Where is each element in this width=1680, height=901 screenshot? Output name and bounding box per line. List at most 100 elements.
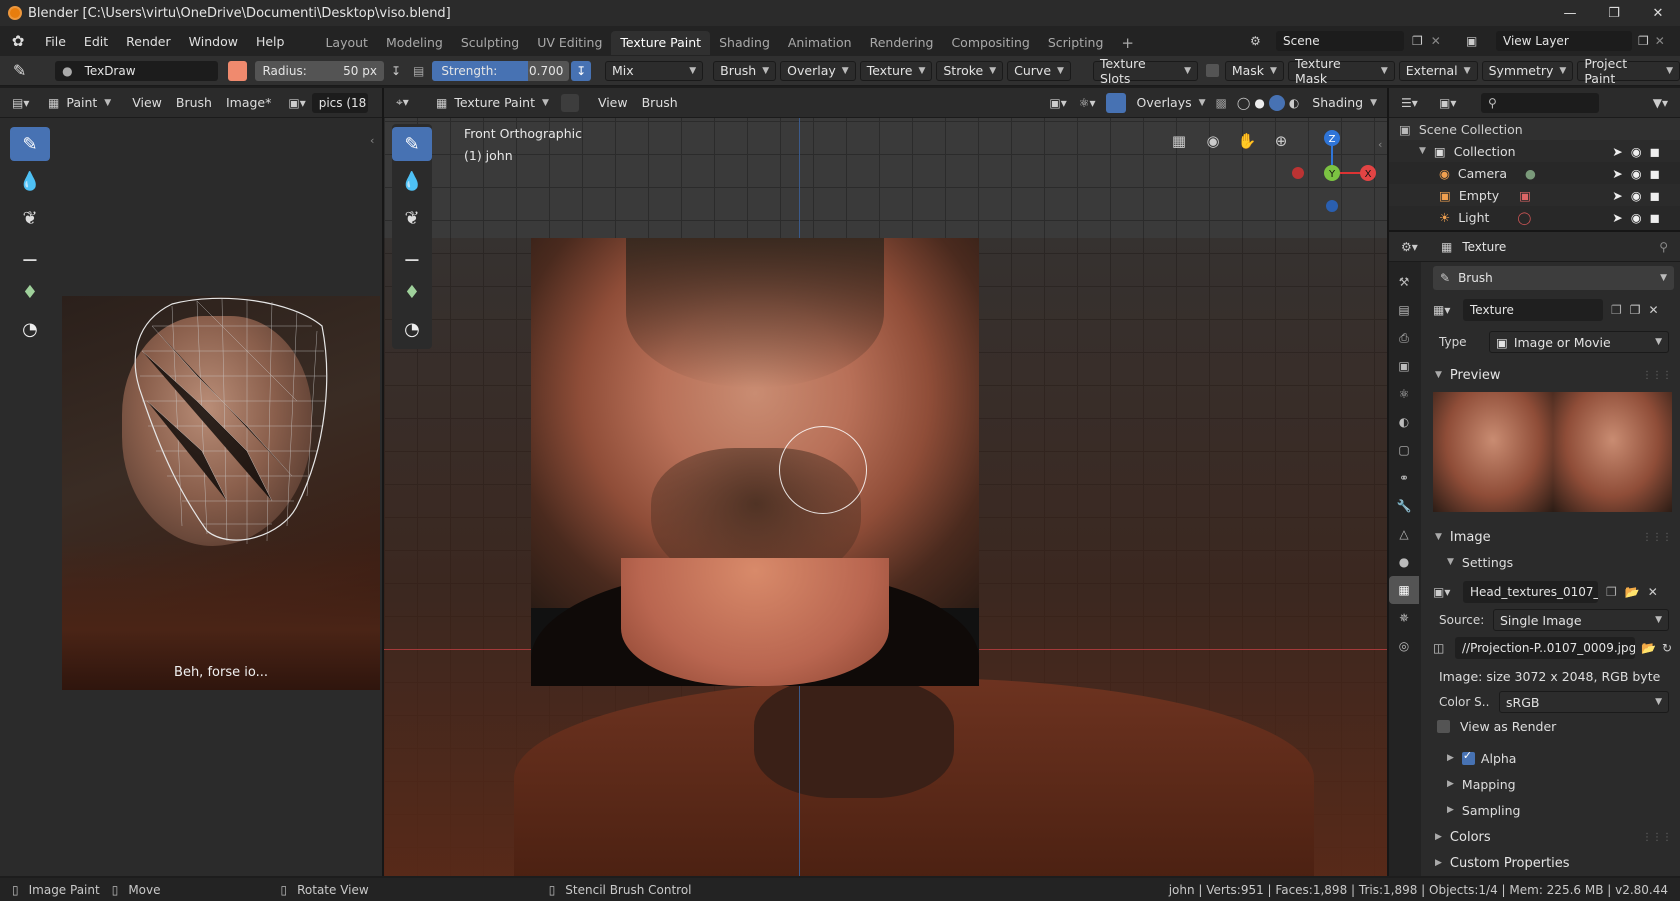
tab-render[interactable]: ▤: [1389, 296, 1419, 324]
vp-draw-tool-button[interactable]: ✎: [392, 127, 432, 161]
rendered-shading-icon[interactable]: ◐: [1289, 96, 1299, 110]
mask-tool-button[interactable]: ◔: [10, 312, 50, 346]
open-image-icon[interactable]: 📂: [1625, 585, 1640, 599]
pack-image-icon[interactable]: ◫: [1433, 641, 1455, 655]
image-browse-icon[interactable]: ▣▾: [288, 96, 305, 110]
radius-unit-icon[interactable]: ▤: [413, 64, 424, 78]
textured-head-mesh[interactable]: [531, 238, 979, 686]
preview-panel-header[interactable]: ▼ Preview ⋮⋮⋮: [1425, 362, 1680, 388]
overlays-dropdown[interactable]: Overlays: [1130, 95, 1199, 110]
properties-editor-type-icon[interactable]: ⚙▾: [1401, 240, 1431, 254]
fake-user-icon[interactable]: ❐: [1611, 303, 1622, 317]
image-browse-icon[interactable]: ▣▾: [1433, 585, 1463, 599]
view-layer-field[interactable]: View Layer: [1496, 31, 1632, 51]
tab-texture-paint[interactable]: Texture Paint: [611, 30, 711, 55]
tab-modeling[interactable]: Modeling: [377, 31, 452, 55]
menu-window[interactable]: Window: [180, 26, 247, 56]
tab-material[interactable]: ●: [1389, 548, 1419, 576]
minimize-button[interactable]: —: [1548, 0, 1592, 26]
settings-subpanel-header[interactable]: ▼ Settings: [1425, 550, 1680, 574]
brush-tool-icon[interactable]: ✎: [0, 61, 39, 80]
drag-handle-icon[interactable]: ⋮⋮⋮: [1642, 832, 1672, 843]
colors-panel-header[interactable]: ▶ Colors ⋮⋮⋮: [1425, 824, 1680, 850]
color-space-dropdown[interactable]: sRGB ▼: [1499, 691, 1669, 713]
viewport-menu-view[interactable]: View: [591, 95, 635, 110]
view-layer-icon[interactable]: ▣: [1466, 34, 1496, 48]
blender-menu-icon[interactable]: ✿: [0, 32, 36, 50]
menu-view[interactable]: View: [125, 95, 169, 110]
alpha-checkbox[interactable]: [1461, 749, 1475, 765]
sampling-subpanel-header[interactable]: ▶ Sampling: [1425, 798, 1680, 822]
reload-image-icon[interactable]: ↻: [1662, 641, 1672, 655]
texture-mask-dropdown[interactable]: Texture Mask ▼: [1287, 56, 1395, 86]
texture-dropdown[interactable]: Texture ▼: [859, 60, 933, 81]
pan-hand-icon[interactable]: ✋: [1234, 132, 1260, 150]
duplicate-texture-icon[interactable]: ❐: [1630, 303, 1641, 317]
viewport-menu-brush[interactable]: Brush: [635, 95, 685, 110]
clone-tool-button[interactable]: ⚊: [10, 238, 50, 272]
mask-dropdown[interactable]: Mask ▼: [1224, 60, 1284, 81]
image-name-field[interactable]: pics (18: [311, 92, 368, 113]
tab-layout[interactable]: Layout: [316, 31, 377, 55]
strength-slider[interactable]: Strength: 0.700: [432, 60, 570, 81]
tab-particles[interactable]: ✵: [1389, 604, 1419, 632]
viewport-mode-dropdown[interactable]: Texture Paint: [447, 95, 542, 110]
drag-handle-icon[interactable]: ⋮⋮⋮: [1642, 370, 1672, 381]
outliner-item-light[interactable]: ☀ Light ◯ ➤◉◼: [1389, 206, 1680, 228]
delete-scene-icon[interactable]: ✕: [1431, 34, 1441, 48]
add-workspace-button[interactable]: +: [1112, 31, 1143, 55]
axis-gizmo[interactable]: Z Y X: [1284, 128, 1380, 224]
outliner-search-input[interactable]: ⚲: [1481, 92, 1599, 113]
tab-uv-editing[interactable]: UV Editing: [528, 31, 611, 55]
shading-dropdown[interactable]: Shading: [1305, 95, 1370, 110]
new-view-layer-icon[interactable]: ❐: [1638, 34, 1649, 48]
fake-user-icon[interactable]: ❐: [1606, 585, 1617, 599]
menu-help[interactable]: Help: [247, 26, 294, 56]
image-canvas[interactable]: Beh, forse io...: [62, 296, 380, 690]
draw-tool-button[interactable]: ✎: [10, 127, 50, 161]
radius-pressure-icon[interactable]: ↧: [391, 64, 401, 78]
brush-datablock-field[interactable]: ✎ Brush ▼: [1433, 266, 1674, 290]
empty-visibility-icons[interactable]: ➤◉◼: [1612, 188, 1668, 203]
image-panel-header[interactable]: ▼ Image ⋮⋮⋮: [1425, 524, 1680, 550]
image-datablock-field[interactable]: Head_textures_0107_...: [1463, 581, 1598, 603]
overlays-icon[interactable]: [1105, 92, 1126, 113]
stroke-dropdown[interactable]: Stroke ▼: [936, 60, 1004, 81]
blend-mode-dropdown[interactable]: Mix ▼: [604, 60, 704, 81]
menu-image[interactable]: Image*: [219, 95, 278, 110]
gizmo-toggle-icon[interactable]: ⚛▾: [1079, 96, 1096, 110]
paint-mode-dropdown[interactable]: Paint: [59, 95, 104, 110]
brush-dropdown[interactable]: Brush ▼: [713, 60, 777, 81]
material-shading-icon[interactable]: [1268, 94, 1285, 111]
tab-view-layer[interactable]: ▣: [1389, 352, 1419, 380]
alpha-subpanel-header[interactable]: ▶ Alpha: [1425, 746, 1680, 770]
image-filepath-field[interactable]: //Projection-P..0107_0009.jpg: [1455, 637, 1635, 659]
tab-scene[interactable]: ⚛: [1389, 380, 1419, 408]
menu-file[interactable]: File: [36, 26, 75, 56]
browse-file-icon[interactable]: 📂: [1641, 641, 1656, 655]
collection-visibility-icons[interactable]: ➤◉◼: [1612, 144, 1668, 159]
camera-view-icon[interactable]: ◉: [1200, 132, 1226, 150]
scene-field[interactable]: Scene: [1276, 31, 1404, 51]
menu-render[interactable]: Render: [117, 26, 180, 56]
tab-shading[interactable]: Shading: [710, 31, 779, 55]
project-paint-dropdown[interactable]: Project Paint ▼: [1577, 56, 1680, 86]
texture-slots-dropdown[interactable]: Texture Slots ▼: [1092, 56, 1199, 86]
vp-clone-tool-button[interactable]: ⚊: [392, 238, 432, 272]
viewport-sidebar-toggle-icon[interactable]: ‹: [1378, 138, 1382, 151]
vp-fill-tool-button[interactable]: ♦: [392, 275, 432, 309]
custom-properties-panel-header[interactable]: ▶ Custom Properties: [1425, 850, 1680, 876]
tab-physics[interactable]: ◎: [1389, 632, 1419, 660]
radius-field[interactable]: Radius: 50 px: [255, 60, 384, 81]
outliner-editor-type-icon[interactable]: ☰▾: [1401, 96, 1431, 110]
menu-brush[interactable]: Brush: [169, 95, 219, 110]
new-scene-icon[interactable]: ❐: [1412, 34, 1423, 48]
strength-pressure-icon[interactable]: ↧: [571, 60, 591, 81]
vp-soften-tool-button[interactable]: 💧: [392, 164, 432, 198]
texture-name-field[interactable]: Texture: [1463, 299, 1603, 321]
external-dropdown[interactable]: External ▼: [1398, 60, 1478, 81]
unlink-texture-icon[interactable]: ✕: [1649, 303, 1659, 317]
brush-color-swatch[interactable]: [227, 60, 248, 81]
tab-output[interactable]: ⎙: [1389, 324, 1419, 352]
curve-dropdown[interactable]: Curve ▼: [1007, 60, 1071, 81]
